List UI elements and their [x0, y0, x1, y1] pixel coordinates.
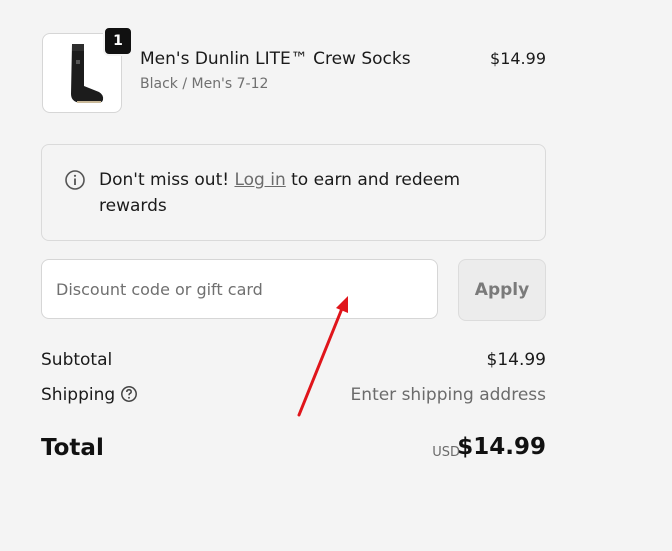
shipping-row: Shipping Enter shipping address [41, 385, 546, 408]
currency-code: USD [432, 445, 460, 460]
rewards-notice: Don't miss out! Log in to earn and redee… [41, 144, 546, 241]
shipping-label: Shipping [41, 385, 116, 405]
rewards-text-before: Don't miss out! [99, 170, 235, 190]
order-summary: 1 Men's Dunlin LITE™ Crew Socks Black / … [41, 26, 546, 461]
info-icon [65, 170, 85, 190]
help-icon[interactable] [120, 385, 138, 408]
total-row: Total USD $14.99 [41, 433, 546, 467]
product-name: Men's Dunlin LITE™ Crew Socks [140, 49, 411, 69]
subtotal-value: $14.99 [486, 350, 546, 370]
product-variant: Black / Men's 7-12 [140, 76, 269, 92]
quantity-badge: 1 [103, 26, 133, 56]
discount-code-input[interactable] [41, 259, 438, 319]
rewards-message: Don't miss out! Log in to earn and redee… [99, 167, 499, 219]
login-link[interactable]: Log in [234, 170, 285, 190]
subtotal-row: Subtotal $14.99 [41, 350, 546, 370]
subtotal-label: Subtotal [41, 350, 113, 370]
line-item: 1 Men's Dunlin LITE™ Crew Socks Black / … [41, 26, 546, 115]
total-label: Total [41, 435, 104, 461]
product-price: $14.99 [490, 49, 546, 68]
shipping-value: Enter shipping address [350, 385, 546, 405]
apply-button[interactable]: Apply [458, 259, 546, 321]
total-value: $14.99 [457, 434, 546, 460]
sock-icon [71, 44, 104, 103]
